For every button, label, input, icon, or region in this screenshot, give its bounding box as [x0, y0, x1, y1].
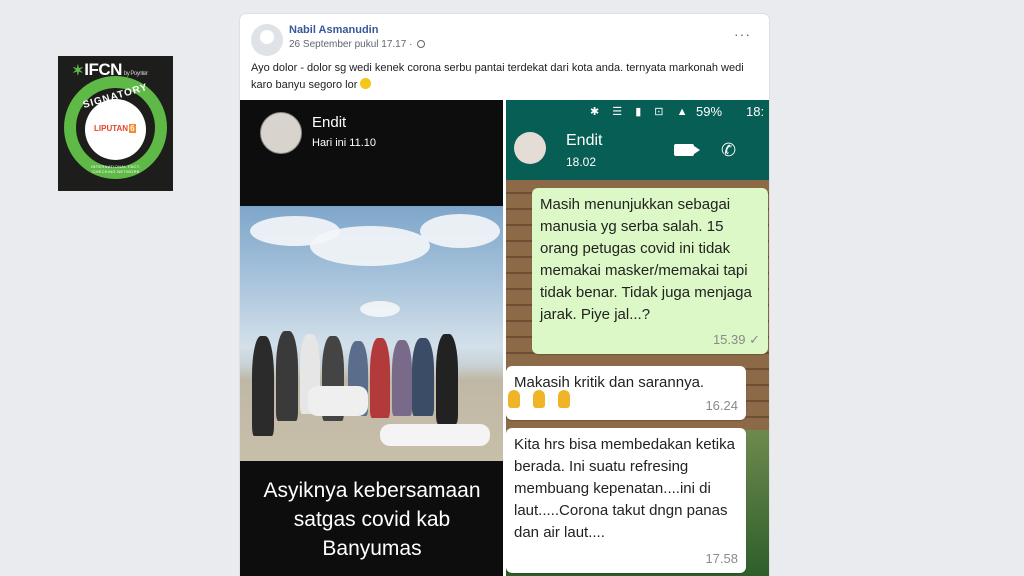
- message-text: Masih menunjukkan sebagai manusia yg ser…: [540, 196, 752, 323]
- liputan6-logo: LIPUTAN 6: [94, 124, 136, 133]
- phone-clock: 18:: [746, 104, 765, 119]
- contact-avatar: [514, 132, 546, 164]
- post-timestamp[interactable]: 26 September pukul 17.17 ·: [289, 39, 426, 50]
- person: [392, 340, 412, 416]
- contact-name: Endit: [566, 132, 603, 149]
- story-caption-line1: Asyiknya kebersamaan: [263, 479, 481, 502]
- status-icons: ✱ ☰ ▮ ⊡ ▲: [590, 106, 693, 118]
- person: [412, 338, 434, 416]
- ifcn-logo: ✶IFCN by Poynter: [72, 60, 148, 80]
- story-time: Hari ini 11.10: [312, 137, 376, 149]
- ifcn-sub: by Poynter: [123, 71, 148, 77]
- caption-text: Ayo dolor - dolor sg wedi kenek corona s…: [251, 62, 744, 91]
- person: [308, 386, 368, 416]
- person-lying: [380, 424, 490, 446]
- outgoing-message: Masih menunjukkan sebagai manusia yg ser…: [532, 188, 768, 354]
- author-name[interactable]: Nabil Asmanudin: [289, 24, 378, 36]
- liputan-text: LIPUTAN: [94, 124, 129, 133]
- cloud: [310, 226, 430, 266]
- story-screenshot[interactable]: Endit Hari ini 11.10 Asyiknya kebersamaa…: [240, 100, 504, 576]
- author-avatar[interactable]: [251, 24, 283, 56]
- liputan-num: 6: [129, 124, 136, 133]
- story-avatar: [260, 112, 302, 154]
- person: [252, 336, 274, 436]
- video-call-icon[interactable]: [674, 144, 700, 156]
- battery-level: 59%: [696, 104, 723, 119]
- incoming-message: Makasih kritik dan sarannya. 16.24: [506, 366, 746, 420]
- phone-call-icon[interactable]: ✆: [721, 140, 736, 161]
- message-time: 17.58: [705, 551, 738, 566]
- post-caption: Ayo dolor - dolor sg wedi kenek corona s…: [251, 60, 761, 94]
- laughing-emoji-icon: [360, 78, 372, 89]
- ifcn-signatory-badge: ✶IFCN by Poynter SIGNATORY LIPUTAN 6 INTER…: [58, 56, 173, 191]
- cloud: [420, 214, 500, 248]
- person: [370, 338, 390, 418]
- cloud: [360, 301, 400, 317]
- badge-ring-text: INTERNATIONAL FACT-CHECKING NETWORK: [91, 164, 141, 174]
- person: [436, 334, 458, 424]
- contact-status-time: 18.02: [566, 155, 597, 169]
- incoming-message: Kita hrs bisa membedakan ketika berada. …: [506, 428, 746, 573]
- story-caption-line2: satgas covid kab: [293, 508, 451, 531]
- more-options-button[interactable]: ···: [734, 26, 751, 42]
- message-time: 16.24: [705, 398, 738, 413]
- ifcn-text: IFCN: [84, 60, 122, 79]
- story-caption-line3: Banyumas: [322, 537, 422, 560]
- facebook-post-card: Nabil Asmanudin 26 September pukul 17.17…: [240, 14, 769, 576]
- story-author-name: Endit: [312, 114, 347, 131]
- beach-group-photo: [240, 206, 504, 461]
- star-icon: ✶: [72, 62, 84, 78]
- story-caption: Asyiknya kebersamaan satgas covid kab Ba…: [240, 476, 504, 563]
- globe-icon: [417, 40, 426, 48]
- person: [276, 331, 298, 421]
- praying-hands-emoji-icon: [508, 388, 583, 410]
- message-time: 15.39 ✓: [712, 332, 760, 347]
- whatsapp-screenshot[interactable]: ✱ ☰ ▮ ⊡ ▲ 59% 18: Endit 18.02 ✆ Masih me…: [506, 100, 769, 576]
- timestamp-text[interactable]: 26 September pukul 17.17 ·: [289, 39, 412, 50]
- message-text: Kita hrs bisa membedakan ketika berada. …: [514, 436, 735, 541]
